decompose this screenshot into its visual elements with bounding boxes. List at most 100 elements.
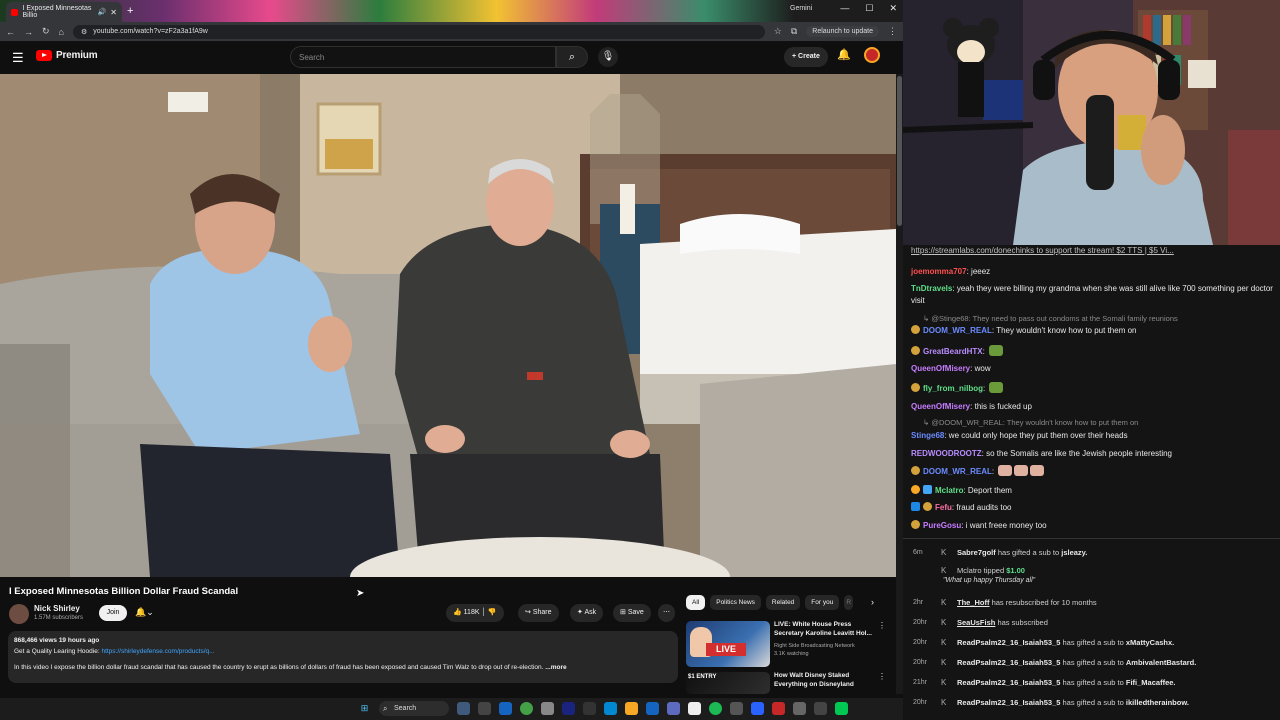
recommended-video-1[interactable]: LIVE LIVE: White House Press Secretary K… (686, 621, 886, 669)
site-info-icon[interactable]: ⚙ (81, 28, 87, 36)
app-icon-2[interactable] (688, 702, 701, 715)
subscription-bell-icon[interactable]: 🔔⌄ (135, 607, 154, 618)
new-tab-button[interactable]: + (127, 5, 133, 17)
search-input[interactable]: Search (290, 46, 556, 68)
extensions-icon[interactable]: ⧉ (791, 26, 797, 37)
home-icon[interactable]: ⌂ (59, 27, 64, 37)
widgets-icon[interactable] (457, 702, 470, 715)
rec-more-icon-2[interactable]: ⋮ (878, 672, 886, 681)
app-icon-8[interactable] (835, 702, 848, 715)
hamburger-icon[interactable]: ☰ (12, 50, 24, 66)
microphone-icon[interactable]: 🎙 (598, 47, 618, 67)
forward-icon[interactable]: → (24, 27, 33, 37)
chat-username[interactable]: DOOM_WR_REAL (923, 467, 992, 476)
event-time: 20hr (913, 699, 928, 706)
chip-related[interactable]: Related (765, 595, 801, 610)
url-field[interactable]: ⚙ youtube.com/watch?v=zF2a3a1fA9w (72, 24, 765, 39)
task-view-icon[interactable] (478, 702, 491, 715)
terminal-icon[interactable] (583, 702, 596, 715)
app-icon-5[interactable] (772, 702, 785, 715)
rec-thumbnail-2: $1 ENTRY (686, 672, 770, 694)
avatar[interactable] (864, 47, 880, 63)
chat-username[interactable]: REDWOODROOTZ (911, 449, 982, 458)
rec-title-1: LIVE: White House Press Secretary Karoli… (774, 621, 872, 637)
youtube-premium-logo[interactable]: Premium (36, 50, 98, 61)
chip-for-you[interactable]: For you (805, 595, 840, 610)
relaunch-button[interactable]: Relaunch to update (806, 26, 879, 37)
description-box[interactable]: 868,466 views 19 hours ago Get a Quality… (8, 631, 678, 683)
chat-text: we could only hope they put them over th… (948, 431, 1128, 440)
maximize-icon[interactable]: ☐ (865, 3, 873, 14)
chat-username[interactable]: DOOM_WR_REAL (923, 326, 992, 335)
tab-youtube[interactable]: I Exposed Minnesotas Billio 🔊 ✕ (6, 2, 122, 22)
chat-username[interactable]: GreatBeardHTX (923, 347, 983, 356)
address-bar-row: ← → ↻ ⌂ ⚙ youtube.com/watch?v=zF2a3a1fA9… (0, 22, 903, 41)
chip-truncated[interactable]: R (844, 595, 854, 610)
app-icon-3[interactable] (730, 702, 743, 715)
chrome-icon[interactable] (520, 702, 533, 715)
rec-more-icon-1[interactable]: ⋮ (878, 621, 886, 630)
like-button[interactable]: 👍 118K │ 👎 (446, 604, 504, 622)
tab-title: I Exposed Minnesotas Billio (22, 5, 92, 19)
chat-username[interactable]: fly_from_nilbog (923, 384, 983, 393)
speaker-icon[interactable]: 🔊 (98, 8, 107, 16)
menu-dots-icon[interactable]: ⋮ (888, 26, 897, 37)
gemini-button[interactable]: Gemini (790, 5, 812, 12)
app-icon-4[interactable] (751, 702, 764, 715)
share-button[interactable]: ↪ Share (518, 604, 559, 622)
app-icon-7[interactable] (814, 702, 827, 715)
save-label: Save (627, 609, 644, 616)
chip-all[interactable]: All (686, 595, 706, 610)
windows-start-icon[interactable]: ⊞ (358, 702, 371, 715)
notifications-bell-icon[interactable]: 🔔 (837, 48, 851, 61)
donation-amount: $1.00 (1006, 566, 1025, 575)
chat-banner[interactable]: https://streamlabs.com/donechinks to sup… (911, 245, 1273, 257)
ask-button[interactable]: ✦ Ask (570, 604, 604, 622)
chat-username[interactable]: PureGosu (923, 521, 961, 530)
chat-username[interactable]: Fefu (935, 503, 952, 512)
star-icon[interactable]: ☆ (774, 26, 782, 37)
join-button[interactable]: Join (99, 605, 127, 621)
recommended-video-2[interactable]: $1 ENTRY How Walt Disney Staked Everythi… (686, 672, 886, 698)
event-target: jsleazy. (1061, 548, 1088, 557)
discord-icon[interactable] (667, 702, 680, 715)
description-link[interactable]: https://shirleydefense.com/products/q... (101, 648, 214, 655)
event-user: SeaUsFish (957, 618, 996, 627)
vscode-icon[interactable] (604, 702, 617, 715)
close-window-icon[interactable]: ✕ (889, 3, 897, 14)
chat-username[interactable]: QueenOfMisery (911, 364, 970, 373)
user-badge-icon (911, 502, 920, 511)
reload-icon[interactable]: ↻ (42, 26, 50, 37)
chat-username[interactable]: Stinge68 (911, 431, 944, 440)
back-icon[interactable]: ← (6, 27, 15, 37)
chevron-right-icon[interactable]: › (871, 597, 874, 607)
spotify-icon[interactable] (709, 702, 722, 715)
more-actions-icon[interactable]: ⋯ (658, 604, 675, 622)
chat-username[interactable]: Mclatro (935, 486, 963, 495)
donation-user: Mclatro (957, 566, 982, 575)
face-emote-icon (998, 465, 1013, 476)
more-link[interactable]: ...more (545, 664, 566, 671)
chat-username[interactable]: QueenOfMisery (911, 402, 970, 411)
minimize-icon[interactable]: — (840, 3, 849, 14)
search-icon[interactable]: ⌕ (556, 46, 588, 68)
folder-icon[interactable] (625, 702, 638, 715)
chat-username[interactable]: joemomma707 (911, 267, 967, 276)
chat-username[interactable]: TnDtravels (911, 284, 952, 293)
app-icon-6[interactable] (793, 702, 806, 715)
taskbar-search[interactable]: Search (379, 701, 449, 716)
obs-icon[interactable] (562, 702, 575, 715)
save-button[interactable]: ⊞ Save (613, 604, 651, 622)
chip-politics-news[interactable]: Politics News (710, 595, 761, 610)
app-icon[interactable] (541, 702, 554, 715)
steam-icon[interactable] (646, 702, 659, 715)
close-tab-icon[interactable]: ✕ (110, 8, 117, 17)
description-hoodie-text: Get a Quality Learing Hoodie: (14, 647, 102, 655)
event-time: 20hr (913, 659, 928, 666)
create-button[interactable]: + Create (784, 47, 828, 67)
edge-icon[interactable] (499, 702, 512, 715)
scrollbar-thumb[interactable] (897, 76, 902, 226)
video-player[interactable] (0, 74, 896, 577)
channel-name[interactable]: Nick Shirley (34, 604, 80, 613)
channel-avatar[interactable] (9, 604, 29, 624)
